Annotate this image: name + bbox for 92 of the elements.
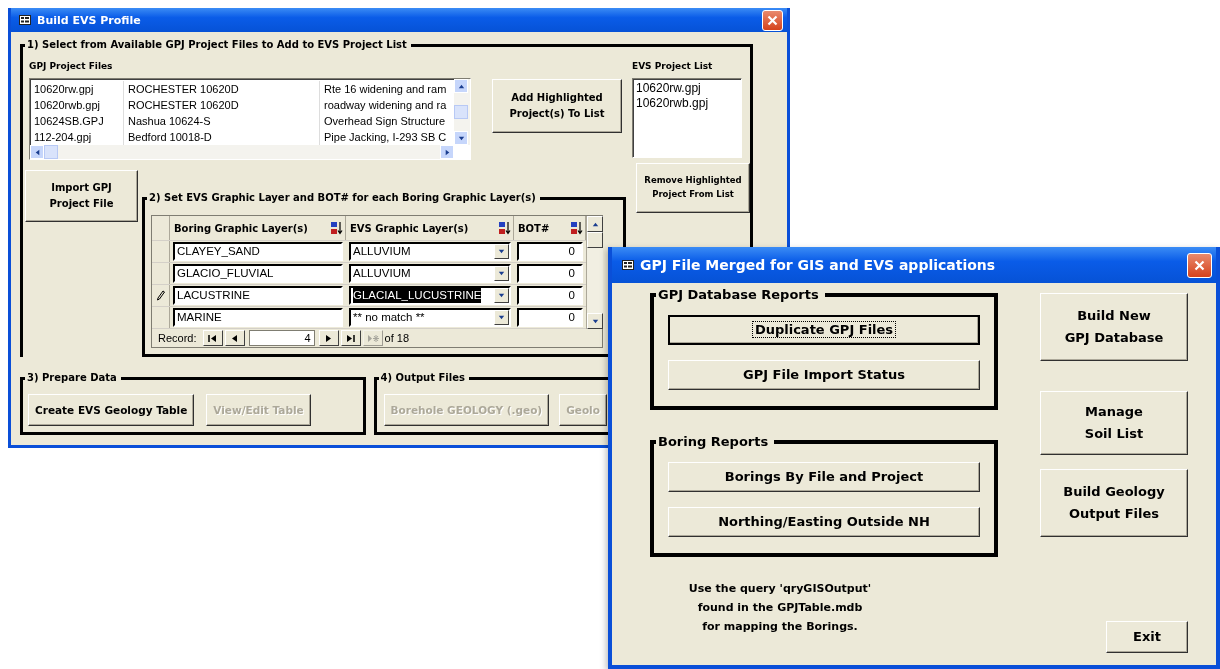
number-field[interactable]: 0 bbox=[517, 286, 583, 305]
form-icon bbox=[19, 15, 31, 25]
number-field[interactable]: 0 bbox=[517, 242, 583, 261]
next-record-button[interactable] bbox=[318, 330, 339, 346]
exit-button[interactable]: Exit bbox=[1106, 621, 1188, 653]
group-label: 1) Select from Available GPJ Project Files to Add to EVS Project List bbox=[25, 38, 411, 52]
sort-icon[interactable] bbox=[498, 221, 511, 235]
report-button[interactable]: Northing/Easting Outside NH bbox=[668, 507, 980, 537]
sort-icon[interactable] bbox=[570, 221, 583, 235]
layer-dropdown[interactable]: GLACIAL_LUCUSTRINE bbox=[349, 286, 511, 305]
record-count: of 18 bbox=[384, 332, 410, 344]
action-button[interactable]: Build Geology Output Files bbox=[1040, 469, 1188, 537]
group-label: 4) Output Files bbox=[378, 371, 469, 385]
file-list[interactable] bbox=[29, 78, 471, 160]
project-list[interactable]: 10620rw.gpj 10620rwb.gpj bbox=[632, 78, 742, 158]
close-button[interactable] bbox=[1187, 252, 1212, 278]
layer-field[interactable]: CLAYEY_SAND bbox=[173, 242, 343, 261]
scroll-button[interactable] bbox=[587, 216, 603, 232]
scroll-thumb[interactable] bbox=[454, 105, 468, 119]
action-button[interactable]: Manage Soil List bbox=[1040, 391, 1188, 455]
scroll-button[interactable] bbox=[454, 79, 468, 93]
window-title: GPJ File Merged for GIS and EVS applications bbox=[640, 257, 997, 273]
scroll-button[interactable] bbox=[454, 131, 468, 145]
close-icon bbox=[1194, 259, 1205, 271]
list-cell[interactable]: roadway widening and ra bbox=[320, 97, 454, 113]
remove-button[interactable]: Remove Highlighted Project From List bbox=[636, 163, 750, 213]
previous-record-button[interactable] bbox=[224, 330, 245, 346]
layer-dropdown[interactable]: ALLUVIUM bbox=[349, 264, 511, 283]
sort-icon[interactable] bbox=[330, 221, 343, 235]
dropdown-button[interactable] bbox=[494, 288, 509, 303]
number-field[interactable]: 0 bbox=[517, 308, 583, 327]
pencil-icon bbox=[156, 290, 165, 301]
layer-dropdown[interactable]: ** no match ** bbox=[349, 308, 511, 327]
close-icon bbox=[767, 14, 778, 26]
list-cell[interactable]: ROCHESTER 10620D bbox=[124, 81, 320, 97]
next-icon bbox=[324, 333, 334, 343]
window-title: Build EVS Profile bbox=[37, 13, 142, 27]
list-label: EVS Project List bbox=[632, 61, 714, 73]
dropdown-arrow-icon bbox=[497, 269, 506, 278]
last-icon bbox=[346, 333, 356, 343]
first-icon bbox=[208, 333, 218, 343]
column-header[interactable]: Boring Graphic Layer(s) bbox=[170, 216, 346, 240]
report-button[interactable]: Borings By File and Project bbox=[668, 462, 980, 492]
layer-dropdown[interactable]: ALLUVIUM bbox=[349, 242, 511, 261]
scrollbar[interactable] bbox=[454, 79, 470, 145]
layer-field[interactable]: GLACIO_FLUVIAL bbox=[173, 264, 343, 283]
record-field[interactable]: 4 bbox=[248, 330, 315, 346]
close-button[interactable] bbox=[762, 9, 783, 31]
group-label: 2) Set EVS Graphic Layer and BOT# for each Boring Graphic Layer(s) bbox=[147, 191, 540, 205]
column-header[interactable]: EVS Graphic Layer(s) bbox=[346, 216, 514, 240]
scrollbar[interactable] bbox=[30, 145, 454, 159]
action-button[interactable]: Create EVS Geology Table bbox=[28, 394, 195, 426]
record-label: Record: bbox=[158, 332, 198, 344]
list-cell[interactable]: Overhead Sign Structure bbox=[320, 113, 454, 129]
list-cell[interactable]: Pipe Jacking, I-293 SB C bbox=[320, 129, 454, 145]
dropdown-arrow-icon bbox=[497, 313, 506, 322]
dropdown-arrow-icon bbox=[497, 247, 506, 256]
list-label: GPJ Project Files bbox=[29, 61, 114, 73]
hint-text: Use the query 'qryGISOutput' found in the GPJTable.mdb for mapping the Borings. bbox=[687, 581, 873, 635]
scroll-button[interactable] bbox=[440, 145, 454, 159]
first-record-button[interactable] bbox=[202, 330, 223, 346]
group-label: GPJ Database Reports bbox=[656, 286, 825, 304]
list-item[interactable]: 10620rwb.gpj bbox=[636, 96, 738, 111]
list-cell[interactable]: 10624SB.GPJ bbox=[30, 113, 124, 129]
scrollbar[interactable] bbox=[586, 216, 603, 329]
list-cell[interactable]: 10620rwb.gpj bbox=[30, 97, 124, 113]
list-cell[interactable]: Rte 16 widening and ram bbox=[320, 81, 454, 97]
new-record-icon bbox=[366, 333, 379, 343]
dropdown-button[interactable] bbox=[494, 244, 509, 259]
dropdown-button[interactable] bbox=[494, 266, 509, 281]
last-record-button[interactable] bbox=[340, 330, 361, 346]
scroll-button[interactable] bbox=[30, 145, 44, 159]
form-icon bbox=[622, 260, 634, 270]
scroll-thumb[interactable] bbox=[44, 145, 58, 159]
action-button[interactable]: Build New GPJ Database bbox=[1040, 293, 1188, 361]
list-cell[interactable]: 10620rw.gpj bbox=[30, 81, 124, 97]
number-field[interactable]: 0 bbox=[517, 264, 583, 283]
dropdown-arrow-icon bbox=[497, 291, 506, 300]
add-button[interactable]: Add Highlighted Project(s) To List bbox=[492, 79, 622, 133]
group-label: 3) Prepare Data bbox=[25, 371, 121, 385]
previous-icon bbox=[230, 333, 240, 343]
layer-field[interactable]: LACUSTRINE bbox=[173, 286, 343, 305]
list-item[interactable]: 10620rw.gpj bbox=[636, 81, 738, 96]
layer-field[interactable]: MARINE bbox=[173, 308, 343, 327]
list-cell[interactable]: ROCHESTER 10620D bbox=[124, 97, 320, 113]
import-button[interactable]: Import GPJ Project File bbox=[25, 170, 138, 222]
report-button[interactable]: Duplicate GPJ Files bbox=[668, 315, 980, 345]
report-button[interactable]: GPJ File Import Status bbox=[668, 360, 980, 390]
list-cell[interactable]: Nashua 10624-S bbox=[124, 113, 320, 129]
scroll-button[interactable] bbox=[587, 313, 603, 329]
dropdown-button[interactable] bbox=[494, 310, 509, 325]
group-label: Boring Reports bbox=[656, 433, 775, 451]
